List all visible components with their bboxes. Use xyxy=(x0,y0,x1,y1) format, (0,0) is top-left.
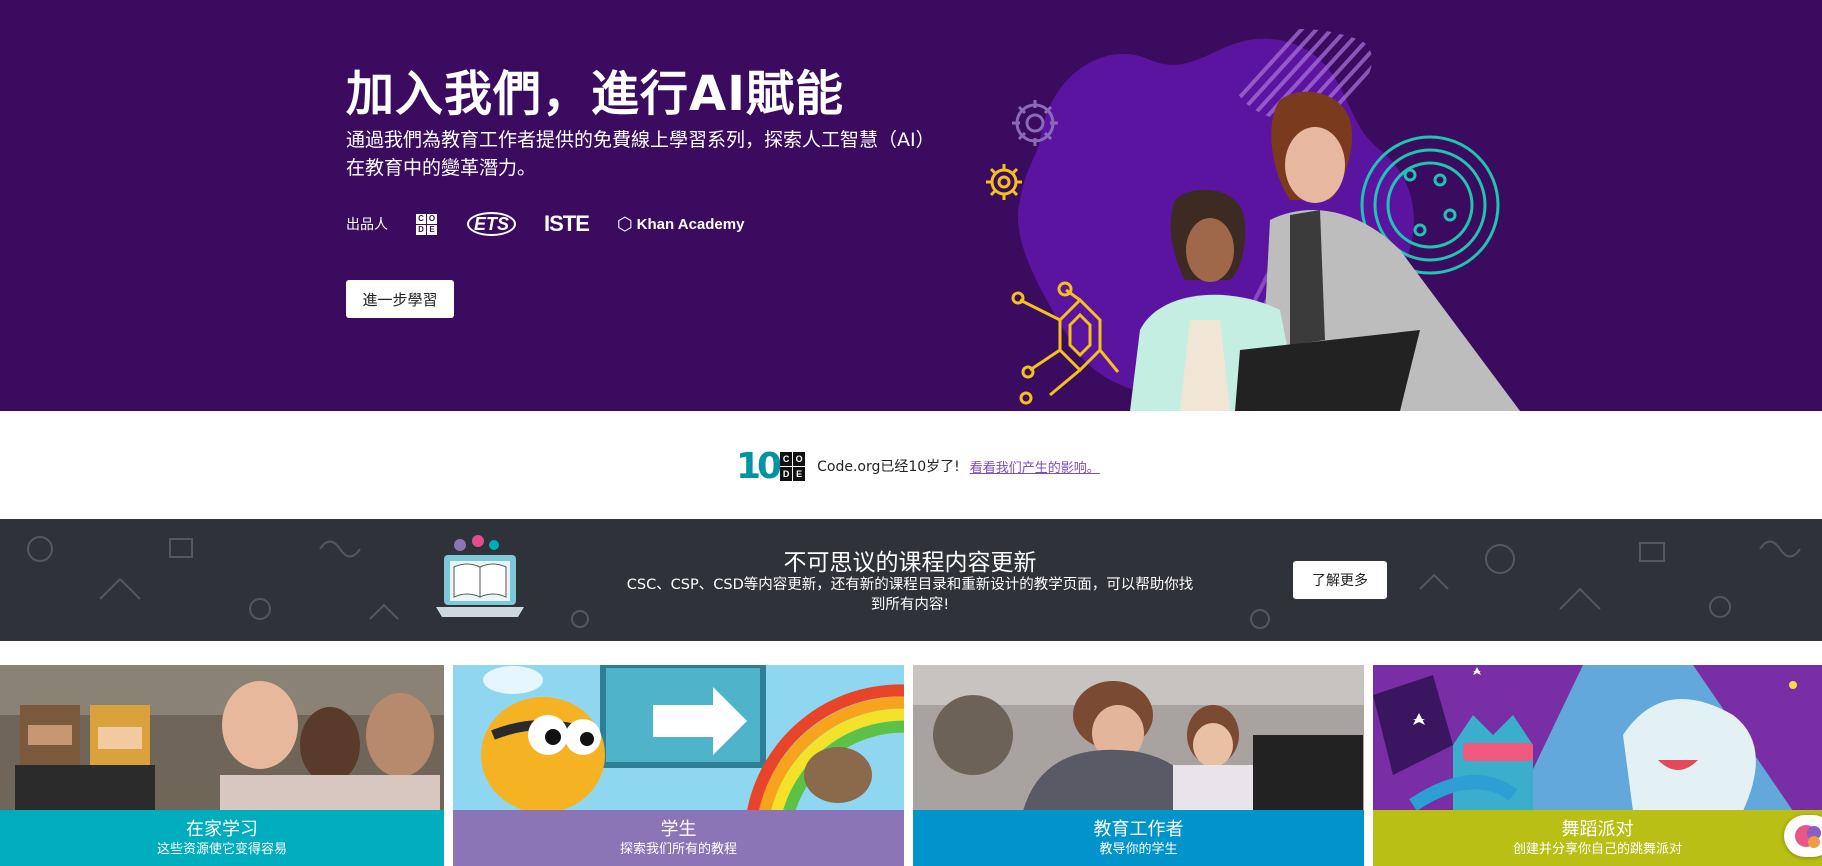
anniversary-content: 10 C O D E Code.org已经10岁了! 看看我们产生的影响。 xyxy=(736,446,1100,487)
card-caption: 舞蹈派对 创建并分享你自己的跳舞派对 xyxy=(1373,810,1822,866)
khan-hexagon-icon: ⬡ xyxy=(616,213,633,234)
anniversary-strip: 10 C O D E Code.org已经10岁了! 看看我们产生的影响。 xyxy=(0,411,1822,519)
learn-more-button[interactable]: 進一步學習 xyxy=(346,280,454,318)
code-logo-letter: O xyxy=(793,451,806,466)
iste-logo: ISTE xyxy=(544,211,590,236)
card-image-classroom xyxy=(913,665,1364,811)
card-title: 学生 xyxy=(660,819,697,840)
presented-by-label: 出品人 xyxy=(346,217,388,233)
hero-title: 加入我們，進行AI賦能 xyxy=(346,66,845,122)
code-logo-letter: E xyxy=(427,224,437,235)
ten-years-logo: 10 xyxy=(736,445,782,487)
khan-academy-logo: ⬡ Khan Academy xyxy=(617,214,745,235)
code-org-logo: C O D E xyxy=(416,213,437,235)
hero-illustration xyxy=(986,28,1520,411)
code-logo-letter: D xyxy=(416,224,426,235)
code-org-logo: C O D E xyxy=(780,451,806,481)
ai-assistant-button[interactable] xyxy=(1784,815,1822,857)
ets-logo: ETS xyxy=(467,212,517,236)
code-logo-letter: O xyxy=(427,213,437,224)
code-logo-letter: C xyxy=(780,451,793,466)
card-caption: 学生 探索我们所有的教程 xyxy=(453,810,904,866)
card-image-dance-party xyxy=(1373,665,1822,811)
laptop-book-icon xyxy=(436,535,524,617)
banner-title: 不可思议的课程内容更新 xyxy=(783,550,1037,576)
card-title: 在家学习 xyxy=(186,819,258,840)
card-subtitle: 教导你的学生 xyxy=(1099,842,1178,857)
card-students[interactable]: 学生 探索我们所有的教程 xyxy=(453,665,904,866)
card-subtitle: 创建并分享你自己的跳舞派对 xyxy=(1512,842,1682,857)
card-title: 教育工作者 xyxy=(1093,819,1184,840)
card-learn-at-home[interactable]: 在家学习 这些资源使它变得容易 xyxy=(0,665,444,866)
yellow-gear-icon xyxy=(986,164,1022,200)
brain-icon xyxy=(1795,825,1821,848)
card-image-minecraft-kids xyxy=(0,665,444,811)
anniversary-text: Code.org已经10岁了! xyxy=(817,459,960,475)
card-dance-party[interactable]: 舞蹈派对 创建并分享你自己的跳舞派对 xyxy=(1373,665,1822,866)
card-subtitle: 这些资源使它变得容易 xyxy=(156,842,287,857)
impact-link[interactable]: 看看我们产生的影响。 xyxy=(970,457,1100,476)
card-image-bee-cartoon xyxy=(453,665,904,811)
card-subtitle: 探索我们所有的教程 xyxy=(619,842,737,857)
card-caption: 在家学习 这些资源使它变得容易 xyxy=(0,810,444,866)
card-caption: 教育工作者 教导你的学生 xyxy=(913,810,1364,866)
card-title: 舞蹈派对 xyxy=(1561,819,1634,840)
code-logo-letter: D xyxy=(780,466,793,481)
curriculum-update-banner: 不可思议的课程内容更新 CSC、CSP、CSD等内容更新，还有新的课程目录和重新… xyxy=(0,519,1822,641)
khan-academy-label: Khan Academy xyxy=(636,215,745,233)
learn-more-banner-button[interactable]: 了解更多 xyxy=(1293,561,1387,599)
code-logo-letter: E xyxy=(793,466,806,481)
hero-section: 加入我們，進行AI賦能 通過我們為教育工作者提供的免費線上學習系列，探索人工智慧… xyxy=(0,0,1822,411)
audience-cards: 在家学习 这些资源使它变得容易 学生 探索我们所有的教程 教育工作者 教导你的学… xyxy=(0,665,1822,866)
card-educators[interactable]: 教育工作者 教导你的学生 xyxy=(913,665,1364,866)
code-logo-letter: C xyxy=(416,213,426,224)
hero-subtitle: 通過我們為教育工作者提供的免費線上學習系列，探索人工智慧（AI）在教育中的變革潛… xyxy=(346,129,935,179)
partner-logos: 出品人 C O D E ETS ISTE ⬡ Khan Academy xyxy=(346,210,744,238)
banner-description: CSC、CSP、CSD等内容更新，还有新的课程目录和重新设计的教学页面，可以帮助… xyxy=(626,577,1194,613)
